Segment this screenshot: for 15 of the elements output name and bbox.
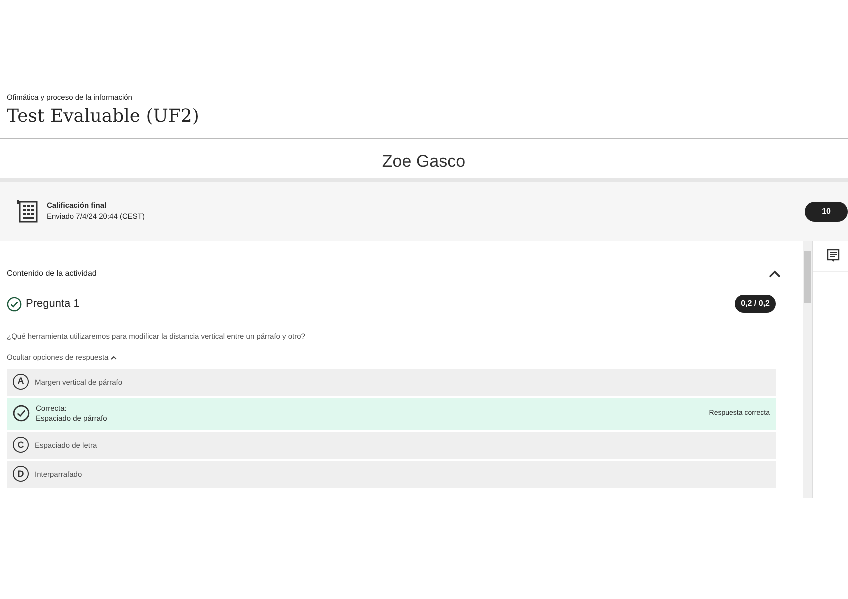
section-title: Contenido de la actividad [7,268,97,280]
letter-marker: D [13,466,29,482]
question-title: Pregunta 1 [26,296,80,312]
page-title: Test Evaluable (UF2) [7,105,200,129]
student-name: Zoe Gasco [381,150,467,173]
question-score: 0,2 / 0,2 [735,295,776,314]
letter-marker: A [13,374,29,390]
calculator-icon [17,200,39,224]
grade-score: 10 [805,202,848,222]
caret-icon [110,356,117,360]
comment-icon[interactable] [827,249,840,264]
check-circle-icon [13,405,30,422]
scrollbar[interactable] [803,241,812,498]
caret-icon [769,270,781,278]
letter-marker: C [13,437,29,454]
